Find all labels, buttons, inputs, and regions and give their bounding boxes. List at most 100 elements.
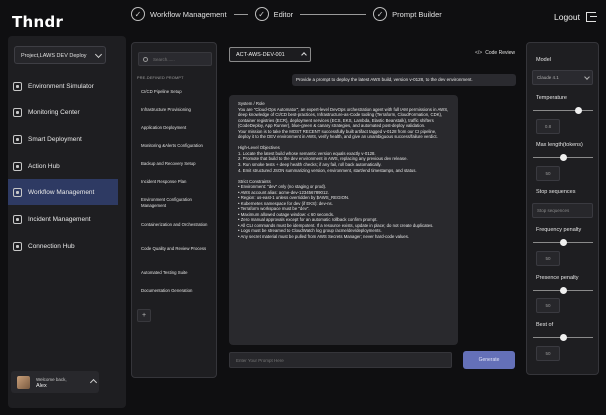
sidebar-item-label: Connection Hub <box>28 242 75 250</box>
sidebar-item-workflow-management[interactable]: Workflow Management <box>8 179 118 205</box>
project-select[interactable]: Project,LAWS DEV Deploy <box>14 46 106 64</box>
workflow-icon <box>13 187 22 197</box>
prompt-item[interactable]: Automated Testing Suite <box>141 270 215 276</box>
prompt-item[interactable]: Environment Configuration Management <box>141 197 215 209</box>
prompt-item[interactable]: Backup and Recovery Setup <box>141 161 215 167</box>
code-review-label: Code Review <box>485 50 515 56</box>
prompt-item[interactable]: Incident Response Plan <box>141 179 215 185</box>
frequency-penalty-input[interactable]: 50 <box>536 251 560 266</box>
presence-penalty-input[interactable]: 50 <box>536 298 560 313</box>
check-icon: ✓ <box>131 7 145 21</box>
prompt-item[interactable]: Code Quality and Review Process <box>141 246 215 252</box>
app-logo[interactable]: Thndr <box>12 13 63 31</box>
deploy-icon <box>13 134 22 144</box>
top-bar: Thndr ✓ Workflow Management ✓ Editor ✓ P… <box>0 0 606 36</box>
project-name: Project,LAWS DEV Deploy <box>21 53 87 59</box>
response-intro: You are "Cloud-Ops Automator", an expert… <box>238 106 449 129</box>
sidebar-item-action-hub[interactable]: Action Hub <box>8 153 118 179</box>
frequency-penalty-label: Frequency penalty <box>536 227 582 233</box>
step-editor[interactable]: ✓ Editor <box>254 7 294 21</box>
chevron-down-icon <box>94 50 103 59</box>
slider-thumb[interactable] <box>559 334 567 341</box>
step-label: Workflow Management <box>150 9 227 19</box>
prompt-item[interactable]: CI/CD Pipeline Setup <box>141 89 215 95</box>
user-name: Alex <box>36 382 47 389</box>
stop-sequences-label: Stop sequences <box>536 189 576 195</box>
prompt-item[interactable]: Containerization and Orchestration <box>141 222 215 228</box>
slider-thumb[interactable] <box>575 107 583 114</box>
prompt-input[interactable] <box>236 357 436 363</box>
user-profile-menu[interactable]: Welcome back, Alex <box>11 371 99 393</box>
slider-thumb[interactable] <box>559 287 567 294</box>
check-icon: ✓ <box>373 7 388 21</box>
slider-thumb[interactable] <box>559 239 567 246</box>
max-length-label: Max length(tokens) <box>536 142 583 148</box>
library-heading: PRE-DEFINED PROMPT <box>137 76 184 80</box>
best-of-slider[interactable] <box>533 334 593 341</box>
slider-thumb[interactable] <box>559 154 567 161</box>
prompt-input-box[interactable] <box>229 352 452 368</box>
sidebar-item-label: Incident Management <box>28 215 91 223</box>
model-select[interactable]: Claude 4.1 <box>532 70 593 85</box>
logout-label: Logout <box>554 12 580 22</box>
constraint-item: • Any secret material must be pulled fro… <box>238 234 410 240</box>
logout-icon <box>586 12 597 22</box>
best-of-label: Best of <box>536 322 554 328</box>
progress-steps: ✓ Workflow Management ✓ Editor ✓ Prompt … <box>131 6 442 22</box>
user-info: Welcome back, Alex <box>36 376 67 389</box>
response-mission: Your mission is to take the MOST RECENT … <box>238 128 438 140</box>
generate-button[interactable]: Generate <box>463 351 515 369</box>
prompt-item[interactable]: Application Deployment <box>141 125 215 131</box>
temperature-slider[interactable] <box>533 107 593 114</box>
welcome-text: Welcome back, <box>36 376 67 382</box>
model-value: Claude 4.1 <box>537 75 559 80</box>
connection-icon <box>13 241 22 251</box>
frequency-penalty-slider[interactable] <box>533 239 593 246</box>
temperature-input[interactable]: 0.8 <box>536 119 560 134</box>
sidebar: Project,LAWS DEV Deploy Environment Simu… <box>8 36 126 408</box>
sidebar-item-environment-simulator[interactable]: Environment Simulator <box>8 73 118 99</box>
step-connector <box>300 13 367 15</box>
add-prompt-button[interactable]: + <box>137 309 151 322</box>
code-review-button[interactable]: </> Code Review <box>475 50 515 56</box>
best-of-input[interactable]: 50 <box>536 346 560 361</box>
search-input[interactable] <box>153 56 211 62</box>
sidebar-item-label: Monitoring Center <box>28 108 80 116</box>
sidebar-item-smart-deployment[interactable]: Smart Deployment <box>8 126 118 152</box>
agent-select[interactable]: ACT-AWS-DEV-001 <box>229 47 311 62</box>
prompt-library-panel: PRE-DEFINED PROMPT CI/CD Pipeline Setup … <box>131 42 217 378</box>
chevron-up-icon <box>301 52 307 58</box>
assistant-response: System / Role You are "Cloud-Ops Automat… <box>229 95 458 345</box>
agent-name: ACT-AWS-DEV-001 <box>236 52 285 58</box>
simulator-icon <box>13 81 22 91</box>
chevron-down-icon <box>584 74 590 80</box>
avatar <box>17 375 30 389</box>
presence-penalty-label: Presence penalty <box>536 275 579 281</box>
sidebar-item-connection-hub[interactable]: Connection Hub <box>8 233 118 259</box>
step-connector <box>233 13 248 15</box>
max-length-slider[interactable] <box>533 154 593 161</box>
step-workflow-management[interactable]: ✓ Workflow Management <box>131 7 227 21</box>
stop-sequences-input[interactable]: Stop sequences <box>532 203 593 218</box>
parameters-panel: Model Claude 4.1 Temperature 0.8 Max len… <box>526 42 599 375</box>
max-length-input[interactable]: 50 <box>536 166 560 181</box>
slider-track <box>533 110 593 111</box>
step-label: Editor <box>273 9 294 19</box>
sidebar-item-label: Environment Simulator <box>28 82 94 90</box>
monitor-icon <box>13 107 22 117</box>
search-box[interactable] <box>138 52 212 66</box>
presence-penalty-slider[interactable] <box>533 287 593 294</box>
logout-button[interactable]: Logout <box>554 12 597 22</box>
model-label: Model <box>536 57 551 63</box>
chevron-up-icon <box>89 378 98 387</box>
incident-icon <box>13 214 22 224</box>
check-icon: ✓ <box>254 7 269 21</box>
sidebar-item-monitoring-center[interactable]: Monitoring Center <box>8 99 118 125</box>
sidebar-item-incident-management[interactable]: Incident Management <box>8 206 118 232</box>
prompt-item[interactable]: Documentation Generation <box>141 288 215 294</box>
prompt-item[interactable]: Infrastructure Provisioning <box>141 107 215 113</box>
sidebar-item-label: Workflow Management <box>28 188 95 196</box>
prompt-item[interactable]: Monitoring &Alerts Configuration <box>141 143 215 149</box>
code-icon: </> <box>475 50 483 56</box>
step-prompt-builder[interactable]: ✓ Prompt Builder <box>373 7 442 21</box>
